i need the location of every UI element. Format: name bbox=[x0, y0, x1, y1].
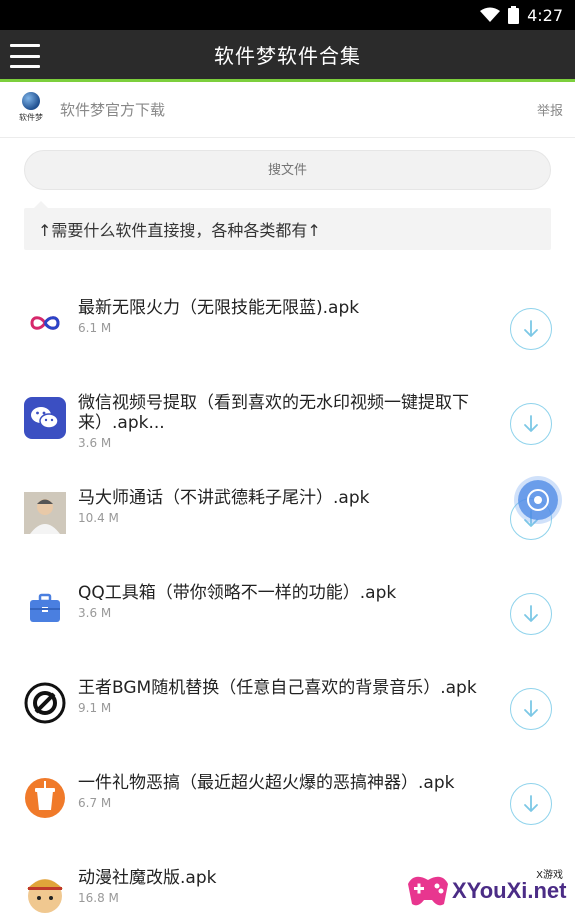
person-photo-icon bbox=[24, 492, 66, 534]
download-arrow-icon bbox=[524, 795, 538, 812]
download-button[interactable] bbox=[510, 403, 552, 445]
anime-avatar-icon bbox=[24, 872, 66, 914]
file-list: 最新无限火力（无限技能无限蓝).apk 6.1 M 微信视频号提取（看到喜欢的无… bbox=[0, 288, 575, 920]
download-button[interactable] bbox=[510, 688, 552, 730]
source-name: 软件梦官方下载 bbox=[60, 101, 166, 119]
file-name: 王者BGM随机替换（任意自己喜欢的背景音乐）.apk bbox=[78, 678, 477, 698]
report-link[interactable]: 举报 bbox=[537, 100, 563, 119]
globe-icon bbox=[22, 91, 40, 110]
wechat-icon bbox=[24, 397, 66, 439]
download-arrow-icon bbox=[524, 415, 538, 432]
file-name: QQ工具箱（带你领略不一样的功能）.apk bbox=[78, 583, 397, 603]
download-arrow-icon bbox=[524, 605, 538, 622]
list-item[interactable]: 微信视频号提取（看到喜欢的无水印视频一键提取下来）.apk... 3.6 M bbox=[0, 383, 575, 478]
download-button[interactable] bbox=[510, 593, 552, 635]
search-input[interactable] bbox=[24, 150, 551, 190]
target-icon bbox=[527, 489, 549, 511]
infinity-icon bbox=[24, 302, 66, 344]
logo-text: 软件梦 bbox=[19, 112, 43, 122]
toolbox-icon bbox=[24, 587, 66, 629]
file-size: 9.1 M bbox=[78, 701, 112, 715]
app-title: 软件梦软件合集 bbox=[214, 44, 361, 68]
file-size: 6.1 M bbox=[78, 321, 112, 335]
clock: 4:27 bbox=[527, 5, 563, 25]
gift-cup-icon bbox=[24, 777, 66, 819]
download-arrow-icon bbox=[524, 320, 538, 337]
file-name: 马大师通话（不讲武德耗子尾汁）.apk bbox=[78, 488, 370, 508]
file-size: 6.7 M bbox=[78, 796, 112, 810]
file-size: 3.6 M bbox=[78, 606, 112, 620]
download-arrow-icon bbox=[524, 700, 538, 717]
floating-action-button[interactable] bbox=[518, 480, 558, 520]
battery-icon bbox=[508, 6, 520, 24]
list-item[interactable]: 最新无限火力（无限技能无限蓝).apk 6.1 M bbox=[0, 288, 575, 383]
wifi-icon bbox=[480, 7, 501, 22]
source-row: 软件梦 软件梦官方下载 举报 bbox=[0, 82, 575, 138]
file-name: 一件礼物恶搞（最近超火超火爆的恶搞神器）.apk bbox=[78, 773, 455, 793]
list-item[interactable]: QQ工具箱（带你领略不一样的功能）.apk 3.6 M bbox=[0, 573, 575, 668]
watermark-text: XYouXi.net bbox=[452, 878, 567, 903]
music-disc-icon bbox=[24, 682, 66, 724]
list-item[interactable]: 马大师通话（不讲武德耗子尾汁）.apk 10.4 M bbox=[0, 478, 575, 573]
list-item[interactable]: 王者BGM随机替换（任意自己喜欢的背景音乐）.apk 9.1 M bbox=[0, 668, 575, 763]
file-size: 10.4 M bbox=[78, 511, 119, 525]
file-name: 最新无限火力（无限技能无限蓝).apk bbox=[78, 298, 360, 318]
file-name: 微信视频号提取（看到喜欢的无水印视频一键提取下来）.apk... bbox=[78, 393, 469, 433]
hint-text: ↑需要什么软件直接搜，各种各类都有↑ bbox=[38, 221, 321, 240]
watermark: X游戏 XYouXi.net bbox=[402, 862, 575, 920]
file-size: 3.6 M bbox=[78, 436, 112, 450]
download-button[interactable] bbox=[510, 783, 552, 825]
app-bar: 软件梦软件合集 bbox=[0, 30, 575, 82]
menu-button[interactable] bbox=[10, 42, 40, 70]
gamepad-logo-icon bbox=[408, 876, 448, 906]
logo: 软件梦 bbox=[16, 91, 46, 128]
hint-banner: ↑需要什么软件直接搜，各种各类都有↑ bbox=[24, 201, 551, 250]
status-bar: 4:27 bbox=[0, 0, 575, 30]
list-item[interactable]: 一件礼物恶搞（最近超火超火爆的恶搞神器）.apk 6.7 M bbox=[0, 763, 575, 858]
download-button[interactable] bbox=[510, 308, 552, 350]
